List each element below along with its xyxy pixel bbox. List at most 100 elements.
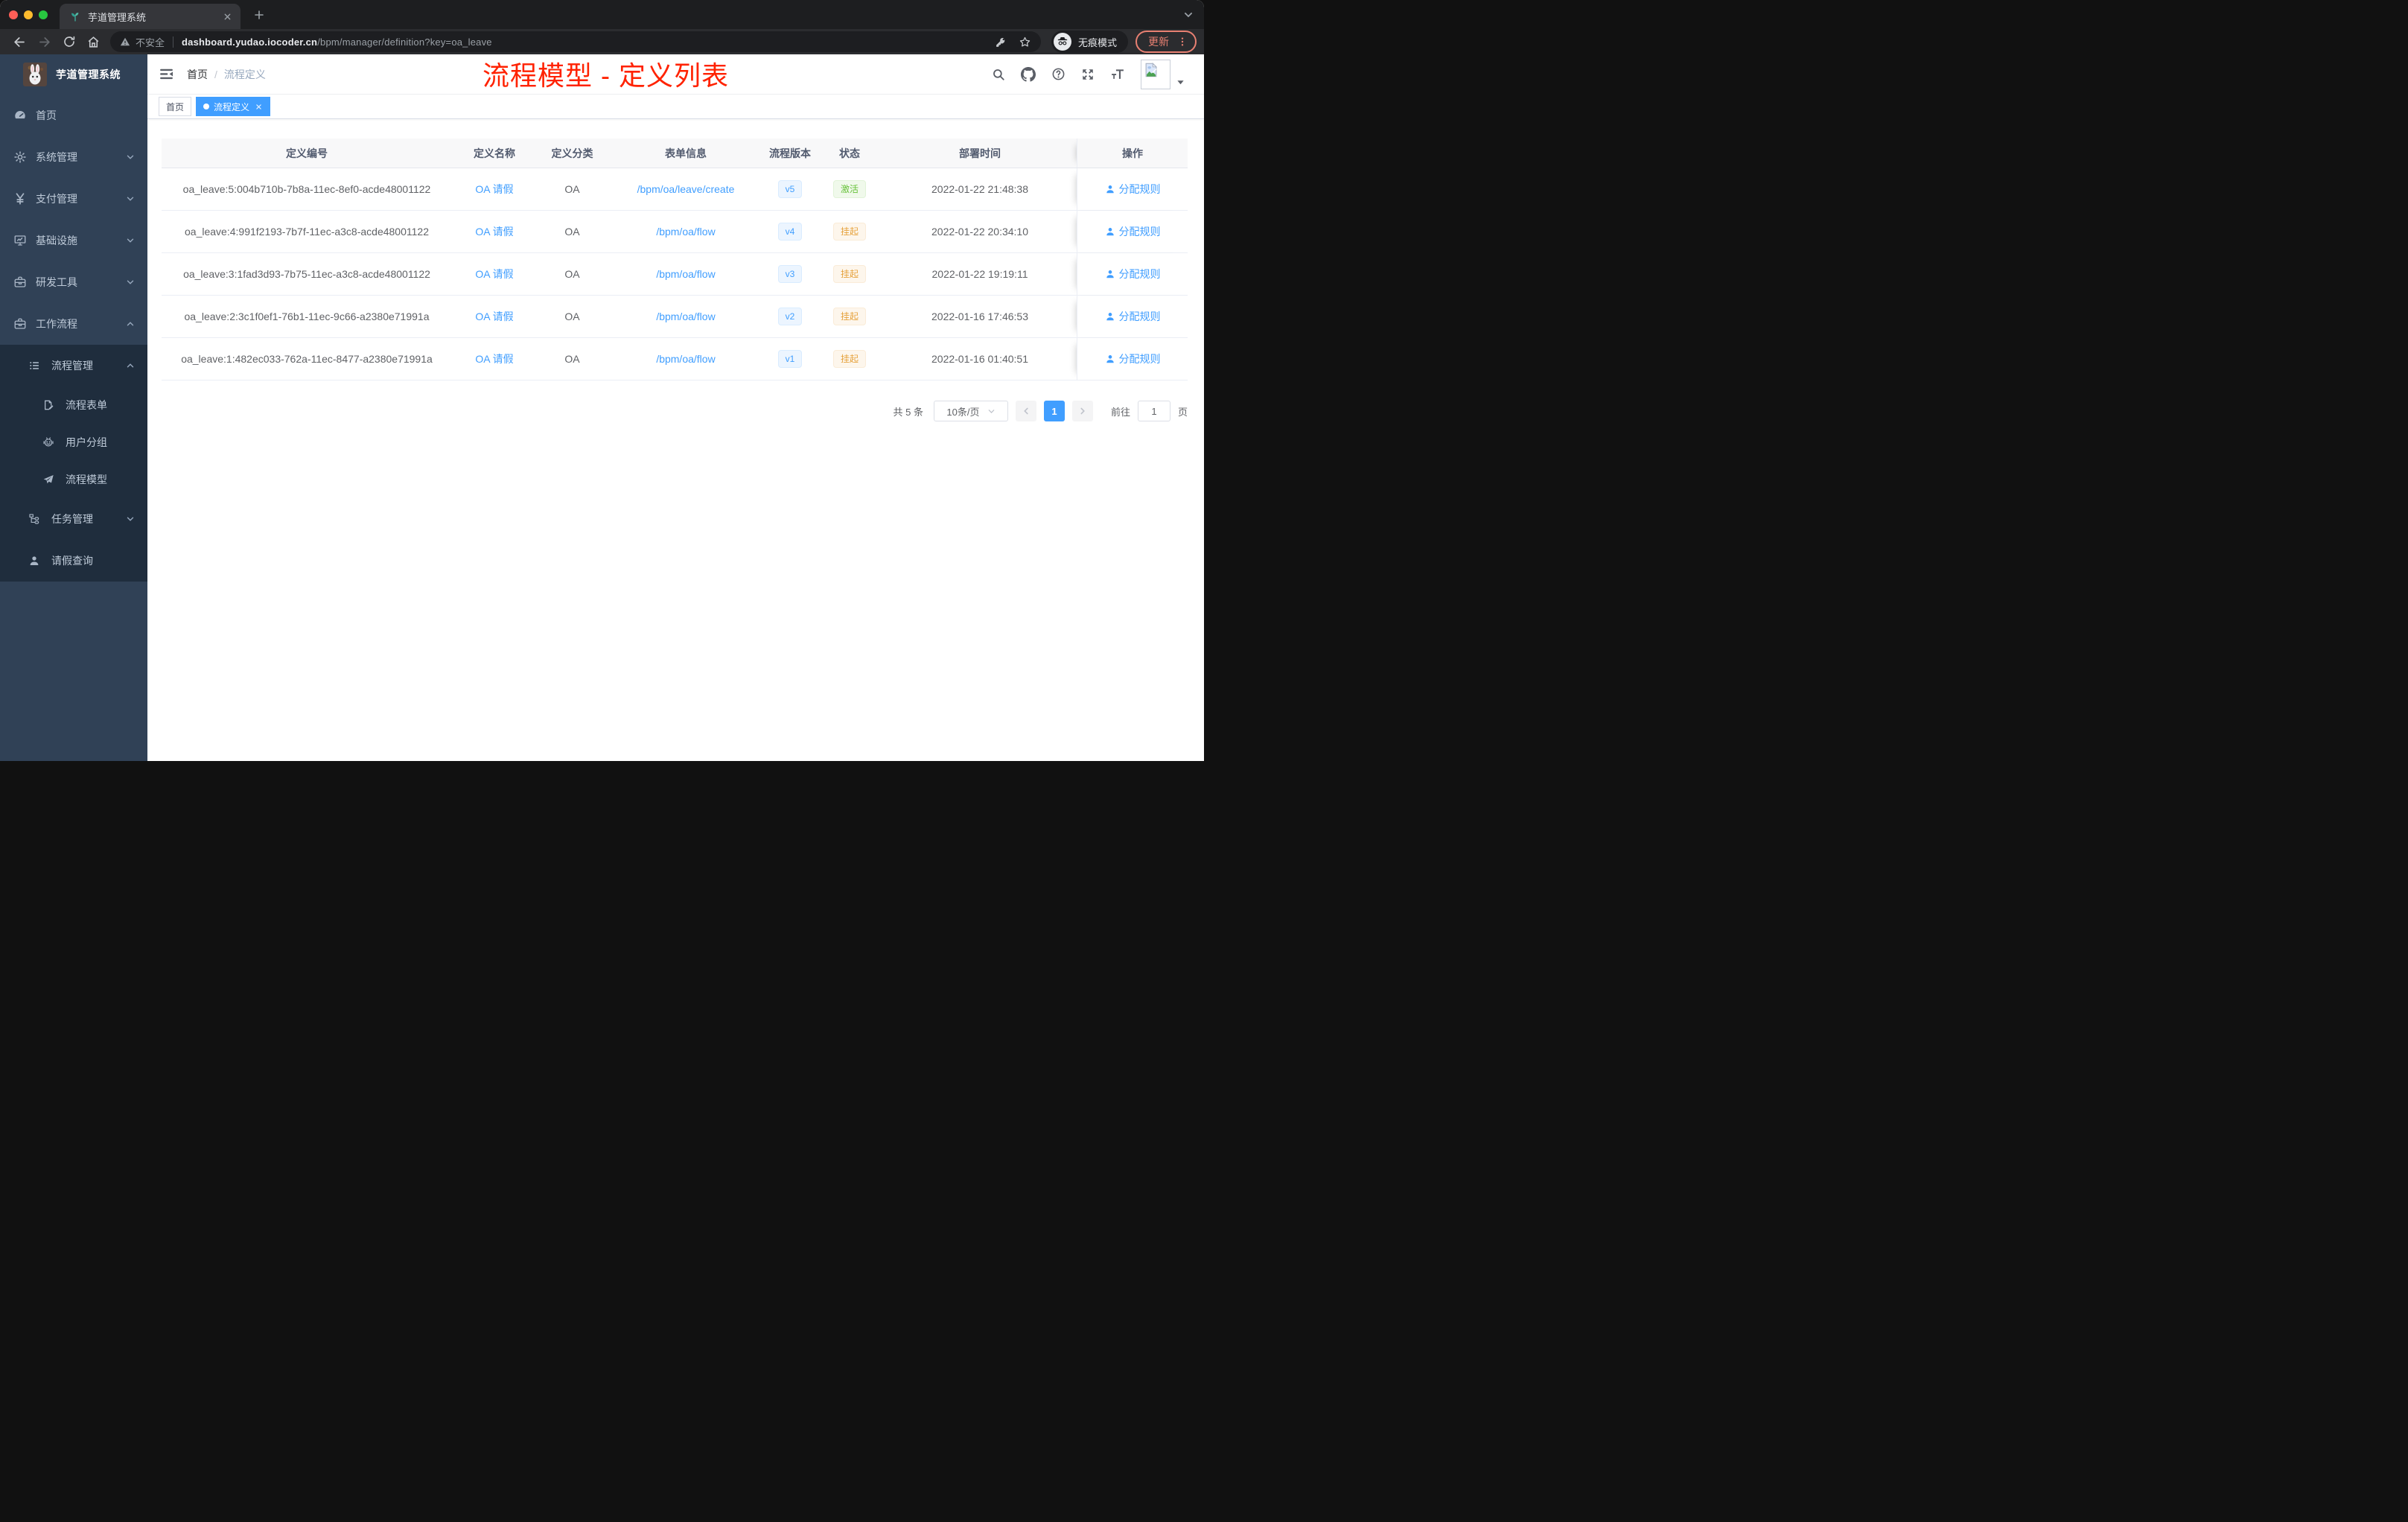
sidebar-item-payment[interactable]: 支付管理 (0, 178, 147, 220)
column-header: 定义名称 (474, 147, 515, 159)
goto-label: 前往 (1110, 406, 1130, 418)
github-icon[interactable] (1021, 66, 1036, 82)
tags-view-bar: 首页 流程定义 (147, 95, 1204, 119)
user-icon (1106, 355, 1114, 363)
app-title: 芋道管理系统 (56, 69, 121, 80)
url-text: dashboard.yudao.iocoder.cn/bpm/manager/d… (182, 36, 492, 48)
password-key-icon[interactable] (995, 36, 1007, 48)
sidebar-item-task-management[interactable]: 任务管理 (0, 498, 147, 540)
app-frame: 芋道管理系统 首页 系统管理 支付管理 基础设施 研发工具 工作流程 流程管理 … (0, 54, 1204, 761)
bookmark-star-icon[interactable] (1019, 36, 1031, 48)
user-icon (1106, 228, 1114, 236)
definition-name-link[interactable]: OA 请假 (475, 267, 513, 281)
deploy-time: 2022-01-16 17:46:53 (931, 311, 1028, 322)
sidebar-item-system[interactable]: 系统管理 (0, 136, 147, 178)
deploy-time: 2022-01-16 01:40:51 (931, 353, 1028, 365)
minimize-window-button[interactable] (24, 10, 33, 19)
sidebar-item-user-group[interactable]: 用户分组 (0, 424, 147, 461)
chevron-icon (126, 319, 135, 328)
form-info-link[interactable]: /bpm/oa/flow (656, 353, 715, 365)
user-menu[interactable] (1141, 59, 1185, 89)
pagination: 共 5 条 10条/页 1 前往 1 页 (162, 401, 1188, 421)
definition-name-link[interactable]: OA 请假 (475, 224, 513, 239)
tab-title: 芋道管理系统 (88, 11, 147, 23)
chevron-down-icon[interactable] (1176, 78, 1185, 86)
breadcrumb-home[interactable]: 首页 (187, 67, 208, 82)
assign-rule-link[interactable]: 分配规则 (1105, 267, 1161, 281)
forward-icon[interactable] (32, 31, 57, 52)
definition-category: OA (564, 311, 580, 322)
assign-rule-link[interactable]: 分配规则 (1105, 182, 1161, 197)
sidebar-item-workflow[interactable]: 工作流程 (0, 303, 147, 345)
table-row: oa_leave:4:991f2193-7b7f-11ec-a3c8-acde4… (162, 211, 1188, 253)
help-icon[interactable] (1051, 67, 1066, 81)
avatar[interactable] (1141, 59, 1170, 89)
tab-close-icon[interactable] (221, 10, 233, 22)
assign-rule-link[interactable]: 分配规则 (1105, 351, 1161, 366)
robot-icon (42, 436, 54, 448)
new-tab-button[interactable] (249, 5, 269, 25)
goto-page-input[interactable] (1137, 401, 1170, 421)
back-icon[interactable] (7, 31, 32, 52)
pagination-total: 共 5 条 (893, 406, 923, 418)
tag-process-definition[interactable]: 流程定义 (196, 97, 271, 116)
next-page-button[interactable] (1071, 401, 1093, 421)
form-info-link[interactable]: /bpm/oa/flow (656, 226, 715, 238)
close-window-button[interactable] (9, 10, 18, 19)
user-icon (1106, 185, 1114, 194)
tab-search-chevron-icon[interactable] (1183, 10, 1194, 20)
page-size-select[interactable]: 10条/页 (933, 401, 1008, 421)
tag-home[interactable]: 首页 (159, 97, 192, 116)
sidebar-item-process-form[interactable]: 流程表单 (0, 386, 147, 424)
deploy-time: 2022-01-22 21:48:38 (931, 183, 1028, 195)
column-header: 表单信息 (665, 147, 707, 159)
sidebar-item-leave-query[interactable]: 请假查询 (0, 540, 147, 582)
fullscreen-icon[interactable] (1081, 68, 1095, 81)
app-logo: 芋道管理系统 (0, 54, 147, 95)
definition-name-link[interactable]: OA 请假 (475, 182, 513, 197)
sidebar-item-home[interactable]: 首页 (0, 95, 147, 136)
form-info-link[interactable]: /bpm/oa/flow (656, 311, 715, 322)
definition-category: OA (564, 268, 580, 280)
monitor-icon (13, 234, 27, 247)
status-badge: 激活 (832, 180, 866, 198)
form-icon (42, 399, 54, 411)
more-vert-icon[interactable] (1176, 36, 1188, 48)
tag-close-icon[interactable] (254, 102, 263, 111)
version-tag: v1 (777, 350, 803, 368)
status-badge: 挂起 (832, 223, 866, 241)
security-warning-icon[interactable] (120, 36, 130, 47)
search-icon[interactable] (992, 68, 1005, 81)
update-button[interactable]: 更新 (1135, 31, 1197, 53)
assign-rule-link[interactable]: 分配规则 (1105, 224, 1161, 239)
browser-tab-strip: 芋道管理系统 (0, 0, 1204, 29)
navbar-tools (992, 59, 1185, 89)
chevron-down-icon (987, 407, 996, 415)
reload-icon[interactable] (57, 31, 81, 52)
browser-window: 芋道管理系统 不安全 dashboard.yudao.iocoder.cn/bp… (0, 0, 1204, 761)
definition-name-link[interactable]: OA 请假 (475, 351, 513, 366)
address-bar[interactable]: 不安全 dashboard.yudao.iocoder.cn/bpm/manag… (110, 31, 1041, 52)
assign-rule-link[interactable]: 分配规则 (1105, 309, 1161, 324)
browser-tab[interactable]: 芋道管理系统 (60, 4, 241, 29)
briefcase-icon (13, 317, 27, 331)
hamburger-icon[interactable] (159, 66, 174, 82)
font-size-icon[interactable] (1110, 67, 1125, 82)
prev-page-button[interactable] (1015, 401, 1036, 421)
definition-name-link[interactable]: OA 请假 (475, 309, 513, 324)
sidebar-item-process-model[interactable]: 流程模型 (0, 461, 147, 498)
definition-category: OA (564, 226, 580, 238)
home-icon[interactable] (81, 31, 106, 52)
form-info-link[interactable]: /bpm/oa/flow (656, 268, 715, 280)
sidebar-item-process-management[interactable]: 流程管理 (0, 345, 147, 386)
page-number-1[interactable]: 1 (1043, 401, 1065, 421)
maximize-window-button[interactable] (39, 10, 48, 19)
breadcrumb-separator: / (214, 68, 217, 80)
form-info-link[interactable]: /bpm/oa/leave/create (637, 183, 735, 195)
definition-id: oa_leave:3:1fad3d93-7b75-11ec-a3c8-acde4… (183, 268, 430, 280)
sidebar-item-dev-tools[interactable]: 研发工具 (0, 261, 147, 303)
chevron-icon (126, 515, 135, 523)
sidebar-item-infrastructure[interactable]: 基础设施 (0, 220, 147, 261)
version-tag: v3 (777, 265, 803, 283)
paper-plane-icon (42, 474, 54, 485)
